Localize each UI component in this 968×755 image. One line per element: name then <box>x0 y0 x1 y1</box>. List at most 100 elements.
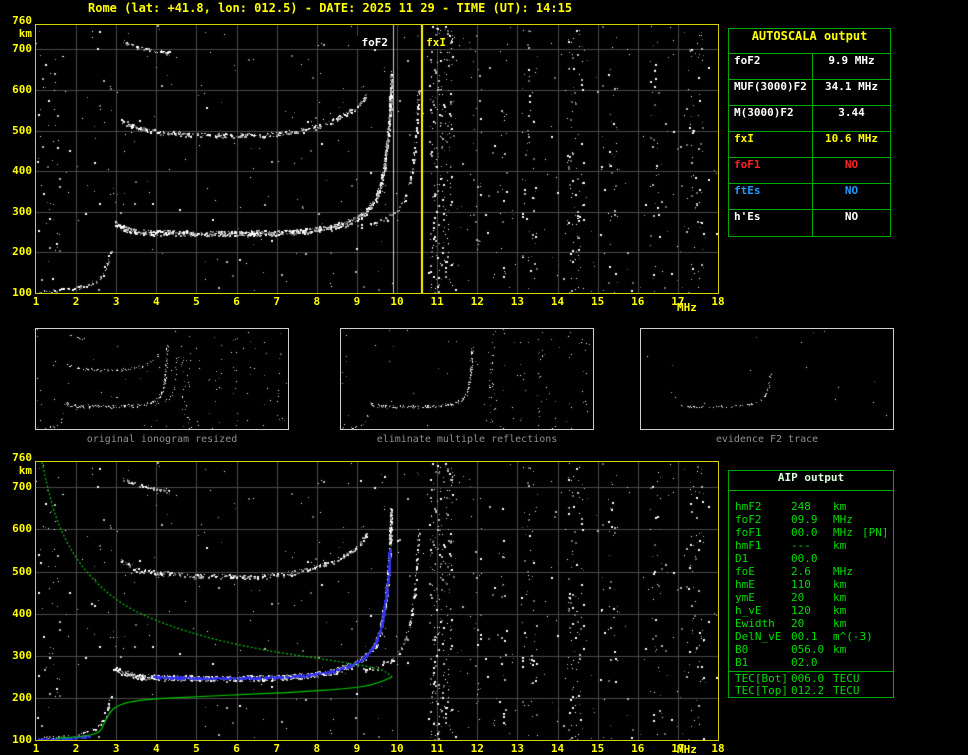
x-axis-tick-label: 15 <box>591 295 605 308</box>
autoscala-param-label: ftEs <box>729 184 813 209</box>
x-axis-tick-label: 16 <box>631 295 645 308</box>
x-axis-tick-label: 11 <box>430 295 444 308</box>
autoscala-row: foF1 NO <box>729 158 890 184</box>
x-axis-tick-label: 18 <box>711 742 725 755</box>
y-axis-tick-label: 300 <box>12 204 32 218</box>
panel-evidence-f2-trace <box>640 328 894 430</box>
aip-param-name: B0 <box>735 643 749 656</box>
x-axis-unit-label: MHz <box>677 743 697 755</box>
main-ionogram-plot <box>35 24 719 294</box>
aip-param-unit: km <box>833 539 847 552</box>
x-axis-tick-label: 13 <box>510 295 525 308</box>
aip-param-name: foE <box>735 565 755 578</box>
y-axis-tick-label: 200 <box>12 690 32 704</box>
aip-row: foF2 09.9 MHz <box>729 513 893 526</box>
aip-param-value: 20 <box>791 617 805 630</box>
y-axis-tick-label: 500 <box>12 564 32 578</box>
x-axis-tick-label: 4 <box>153 295 160 308</box>
main-ionogram-canvas <box>36 25 718 293</box>
aip-param-name: DelN_vE <box>735 630 782 643</box>
autoscala-param-label: MUF(3000)F2 <box>729 80 813 105</box>
aip-param-name: ymE <box>735 591 755 604</box>
autoscala-table-body: foF2 9.9 MHz MUF(3000)F2 34.1 MHz M(3000)F2 3… <box>729 54 890 236</box>
aip-param-value: 20 <box>791 591 805 604</box>
aip-param-unit: MHz <box>833 526 853 539</box>
fxi-marker-label: fxI <box>425 36 447 49</box>
aip-param-name: hmF1 <box>735 539 762 552</box>
autoscala-param-value: NO <box>844 210 859 223</box>
aip-param-extra: [PN] <box>862 526 889 539</box>
aip-param-unit: km <box>833 578 847 591</box>
panel-original-ionogram <box>35 328 289 430</box>
aip-row: h_vE 120 km <box>729 604 893 617</box>
panel-evidence-f2-trace-canvas <box>641 329 893 429</box>
autoscala-param-value: 9.9 MHz <box>828 54 875 67</box>
aip-row: ymE 20 km <box>729 591 893 604</box>
y-axis-tick-label: 700 <box>12 480 32 494</box>
x-axis-tick-label: 14 <box>550 742 565 755</box>
aip-param-unit: km <box>833 643 847 656</box>
aip-row: Ewidth 20 km <box>729 617 893 630</box>
aip-param-name: foF2 <box>735 513 762 526</box>
aip-param-unit: m^(-3) <box>833 630 873 643</box>
aip-param-name: B1 <box>735 656 749 669</box>
aip-param-value: 012.2 <box>791 684 825 697</box>
x-axis-tick-label: 4 <box>153 742 160 755</box>
y-axis-tick-label: 700 <box>12 42 32 56</box>
aip-param-value: 056.0 <box>791 643 825 656</box>
autoscala-param-value: NO <box>844 184 859 197</box>
profile-ionogram-canvas <box>36 462 718 740</box>
y-axis-tick-label: 400 <box>12 164 32 178</box>
autoscala-param-value: 34.1 MHz <box>825 80 878 93</box>
y-axis-unit-label: km <box>18 27 32 40</box>
x-axis-tick-label: 1 <box>32 295 40 308</box>
panel-eliminate-reflections <box>340 328 594 430</box>
aip-param-value: 110 <box>791 578 811 591</box>
aip-param-name: hmE <box>735 578 755 591</box>
y-axis-tick-label: 400 <box>12 606 32 620</box>
x-axis-tick-label: 13 <box>510 742 525 755</box>
aip-row: TEC[Top] 012.2 TECU <box>729 684 893 697</box>
x-axis-tick-label: 18 <box>711 295 725 308</box>
panel-caption-evidence: evidence F2 trace <box>715 434 819 445</box>
autoscala-param-label: h'Es <box>729 210 813 236</box>
aip-row: foF1 00.0 MHz [PN] <box>729 526 893 539</box>
x-axis-tick-label: 14 <box>550 295 565 308</box>
x-axis-tick-label: 6 <box>233 295 240 308</box>
autoscala-param-label: fxI <box>729 132 813 157</box>
aip-row: foE 2.6 MHz <box>729 565 893 578</box>
aip-param-unit: km <box>833 617 847 630</box>
x-axis-tick-label: 1 <box>32 742 40 755</box>
panel-eliminate-reflections-canvas <box>341 329 593 429</box>
x-axis-tick-label: 3 <box>112 295 120 308</box>
x-axis-tick-label: 7 <box>273 295 281 308</box>
x-axis-tick-label: 3 <box>112 742 120 755</box>
x-axis-tick-label: 6 <box>233 742 240 755</box>
aip-param-name: D1 <box>735 552 749 565</box>
y-axis-max-label: 760 <box>12 451 32 464</box>
aip-param-unit: km <box>833 591 847 604</box>
x-axis-tick-label: 7 <box>273 742 281 755</box>
aip-param-value: 00.0 <box>791 526 818 539</box>
aip-row: B1 02.0 <box>729 656 893 669</box>
y-axis-max-label: 760 <box>12 14 32 27</box>
aip-table-title: AIP output <box>729 471 893 491</box>
x-axis-tick-label: 5 <box>193 295 200 308</box>
panel-caption-eliminate: eliminate multiple reflections <box>376 434 558 445</box>
autoscala-row: ftEs NO <box>729 184 890 210</box>
aip-param-unit: km <box>833 500 847 513</box>
station-date-header: Rome (lat: +41.8, lon: 012.5) - DATE: 20… <box>88 1 573 15</box>
y-axis-unit-label: km <box>18 464 32 477</box>
aip-param-name: foF1 <box>735 526 762 539</box>
autoscala-row: h'Es NO <box>729 210 890 236</box>
y-axis-tick-label: 200 <box>12 245 32 259</box>
aip-row: hmF1 --- km <box>729 539 893 552</box>
autoscala-param-value: NO <box>844 158 859 171</box>
aip-param-unit: TECU <box>833 684 860 697</box>
aip-param-name: Ewidth <box>735 617 775 630</box>
aip-output-table: AIP output hmF2 248 km foF2 09.9 MHz foF1 00.0 M… <box>728 470 894 698</box>
aip-table-body: hmF2 248 km foF2 09.9 MHz foF1 00.0 MHz [PN] hmF1 -… <box>729 491 893 697</box>
x-axis-tick-label: 16 <box>631 742 645 755</box>
x-axis-tick-label: 12 <box>470 742 484 755</box>
x-axis-unit-label: MHz <box>677 301 697 314</box>
